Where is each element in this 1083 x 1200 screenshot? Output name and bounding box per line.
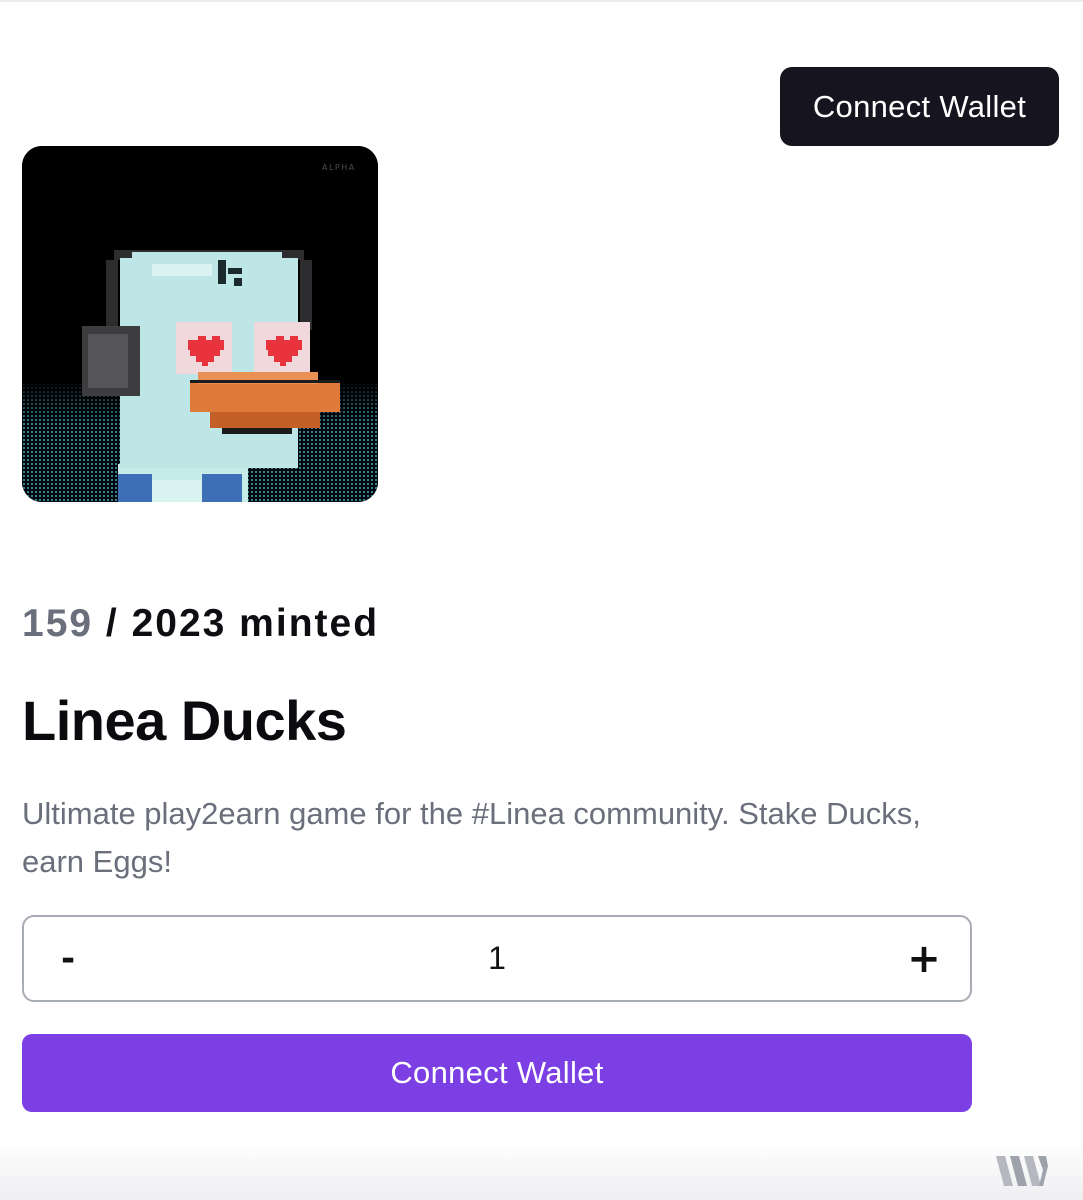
- quantity-stepper: - 1 +: [22, 915, 972, 1002]
- header-connect-wallet-button[interactable]: Connect Wallet: [780, 67, 1059, 146]
- w-logo-icon: [996, 1156, 1048, 1186]
- mint-connect-wallet-button[interactable]: Connect Wallet: [22, 1034, 972, 1112]
- minted-counter: 159 / 2023 minted: [22, 602, 379, 646]
- top-divider: [0, 0, 1083, 2]
- increment-button[interactable]: +: [884, 917, 964, 1000]
- minted-count: 159: [22, 602, 94, 645]
- collection-description: Ultimate play2earn game for the #Linea c…: [22, 796, 921, 879]
- nft-watermark: ALPHA: [322, 163, 356, 172]
- decrement-button[interactable]: -: [28, 917, 108, 1000]
- quantity-value: 1: [488, 940, 506, 976]
- collection-title: Linea Ducks: [22, 689, 347, 752]
- nft-image: ALPHA: [22, 146, 378, 502]
- minted-total: / 2023 minted: [93, 602, 380, 645]
- bottom-fade: [0, 1140, 1083, 1200]
